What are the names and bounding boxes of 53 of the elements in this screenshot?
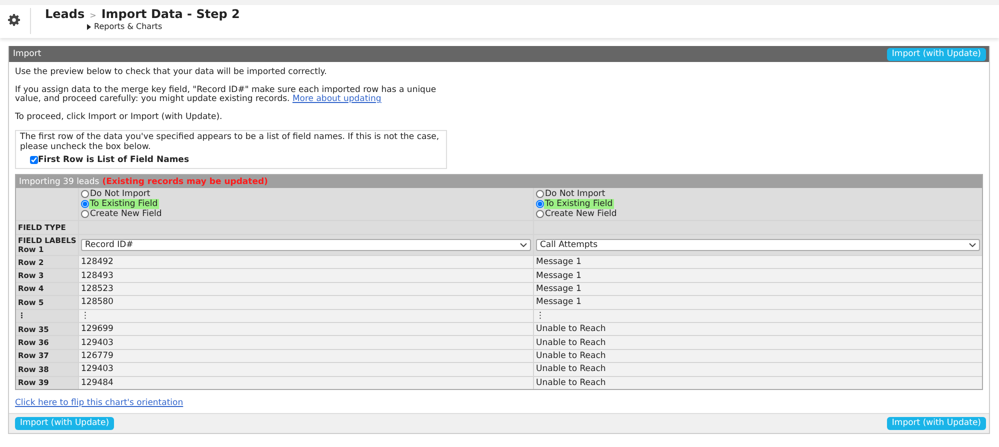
preview-title: Importing 39 leads <box>19 176 100 186</box>
instruction-text: Use the preview below to check that your data will be imported correctly. <box>15 68 328 78</box>
field-select[interactable]: Record ID# <box>81 239 531 251</box>
table-cell: Message 1 <box>534 269 982 282</box>
field-select[interactable]: Call Attempts <box>536 239 980 251</box>
breadcrumb-link[interactable]: Leads <box>45 7 85 21</box>
table-cell: ⋮ <box>534 310 982 322</box>
table-cell: ⋮ <box>79 310 533 322</box>
table-cell: 126779 <box>79 350 533 362</box>
triangle-icon <box>87 24 91 30</box>
table-cell: 129403 <box>79 336 533 349</box>
reports-link[interactable]: Reports & Charts <box>94 22 162 31</box>
table-cell: Unable to Reach <box>534 350 982 362</box>
mapping-radio[interactable] <box>81 190 89 198</box>
radio-label: Do Not Import <box>544 189 606 199</box>
table-cell: 128492 <box>79 256 533 268</box>
table-cell: Message 1 <box>534 282 982 296</box>
mapping-radio[interactable] <box>536 190 544 198</box>
chevron-down-icon <box>969 243 976 247</box>
table-cell: 129403 <box>79 363 533 376</box>
settings-icon[interactable] <box>8 14 20 26</box>
mapping-radio[interactable] <box>536 200 544 208</box>
warning-text: (Existing records may be updated) <box>102 176 268 186</box>
radio-label: To Existing Field <box>544 199 614 209</box>
radio-label: To Existing Field <box>89 199 159 209</box>
panel-title: Import <box>13 49 42 59</box>
checkbox-label: First Row is List of Field Names <box>38 155 190 165</box>
table-cell: 128580 <box>79 296 533 309</box>
more-about-updating-link[interactable]: More about updating <box>292 94 382 104</box>
table-cell: Unable to Reach <box>534 322 982 336</box>
first-row-checkbox[interactable] <box>30 156 38 164</box>
instruction-text: If you assign data to the merge key field, "Record ID#" make sure each imported row has a unique value, and proceed carefully: you might update existing records. More about updating <box>15 86 438 104</box>
table-cell: Unable to Reach <box>534 336 982 349</box>
radio-label: Create New Field <box>544 209 618 219</box>
radio-label: Do Not Import <box>89 189 152 199</box>
page-title: Import Data - Step 2 <box>101 7 240 21</box>
notice-text: The first row of the data you've specified appears to be a list of field names. If this is not the case, please uncheck the box below. <box>20 133 440 152</box>
mapping-radio[interactable] <box>81 210 89 218</box>
table-cell: Unable to Reach <box>534 376 982 389</box>
breadcrumb-separator: > <box>90 11 96 20</box>
table-cell: Unable to Reach <box>534 363 982 376</box>
mapping-radio[interactable] <box>81 200 89 208</box>
instruction-text: To proceed, click Import or Import (with Update). <box>15 112 224 122</box>
table-cell: 128493 <box>79 269 533 282</box>
chevron-down-icon <box>520 243 527 247</box>
table-cell: Message 1 <box>534 256 982 268</box>
radio-label: Create New Field <box>89 209 163 219</box>
flip-orientation-link[interactable]: Click here to flip this chart's orientation <box>15 398 184 408</box>
mapping-radio[interactable] <box>536 210 544 218</box>
table-cell: Message 1 <box>534 296 982 309</box>
table-cell: 129484 <box>79 376 533 389</box>
table-cell: 128523 <box>79 282 533 296</box>
table-cell: 129699 <box>79 322 533 336</box>
